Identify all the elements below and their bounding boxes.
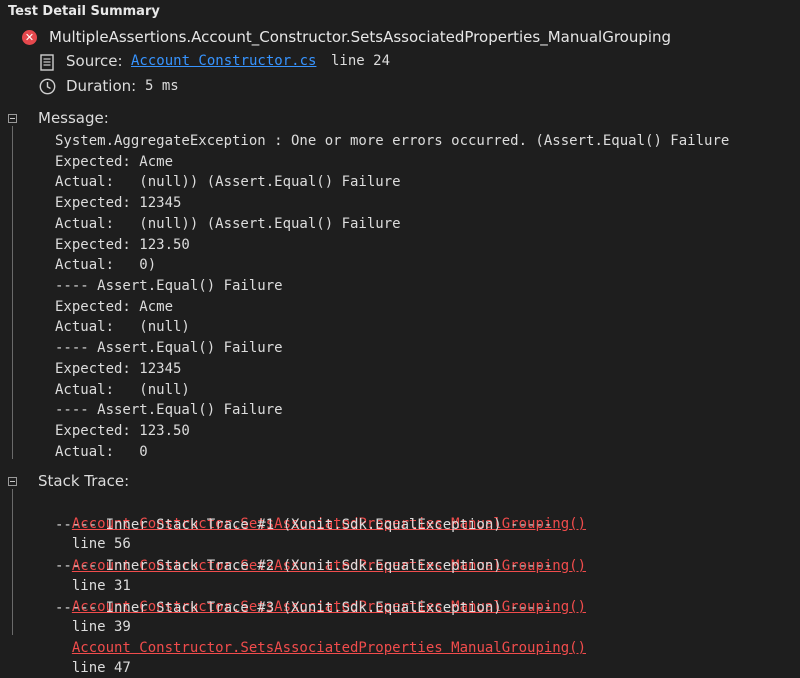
stack-frame-row: Account Constructor.SetsAssociatedProper… — [55, 536, 586, 594]
stack-frame-row: Account Constructor.SetsAssociatedProper… — [55, 618, 586, 676]
message-line: ---- Assert.Equal() Failure — [55, 278, 283, 294]
file-icon — [40, 54, 54, 71]
message-line: Expected: Acme — [55, 154, 174, 170]
message-line: Actual: (null)) (Assert.Equal() Failure — [55, 216, 401, 232]
source-label: Source: — [66, 52, 123, 70]
stack-guide-line — [12, 489, 13, 635]
stack-trace-label: Stack Trace: — [38, 472, 130, 490]
message-line: Expected: 12345 — [55, 361, 182, 377]
source-line: line 24 — [331, 53, 391, 69]
message-line: Actual: (null)) (Assert.Equal() Failure — [55, 174, 401, 190]
message-line: Expected: Acme — [55, 299, 174, 315]
test-name: MultipleAssertions.Account_Constructor.S… — [49, 28, 672, 46]
inner-stack-header: ----- Inner Stack Trace #3 (Xunit.Sdk.Eq… — [55, 600, 553, 616]
stack-collapse-icon[interactable] — [8, 477, 17, 486]
message-line: System.AggregateException : One or more … — [55, 133, 730, 149]
message-line: Expected: 123.50 — [55, 423, 190, 439]
stack-frame-row: Account Constructor.SetsAssociatedProper… — [55, 494, 586, 552]
message-line: Actual: 0 — [55, 444, 148, 460]
stack-frame-link[interactable]: Account Constructor.SetsAssociatedProper… — [72, 640, 586, 656]
message-line: Expected: 12345 — [55, 195, 182, 211]
clock-icon — [39, 78, 56, 95]
message-line: Actual: (null) — [55, 319, 190, 335]
message-collapse-icon[interactable] — [8, 114, 17, 123]
message-line: Expected: 123.50 — [55, 237, 190, 253]
duration-value: 5 ms — [145, 78, 179, 94]
message-line: ---- Assert.Equal() Failure — [55, 340, 283, 356]
stack-frame-line: line 47 — [71, 660, 131, 676]
message-line: ---- Assert.Equal() Failure — [55, 402, 283, 418]
stack-frame-row: Account Constructor.SetsAssociatedProper… — [55, 577, 586, 635]
message-line: Actual: 0) — [55, 257, 157, 273]
panel-title: Test Detail Summary — [8, 4, 160, 19]
inner-stack-header: ----- Inner Stack Trace #2 (Xunit.Sdk.Eq… — [55, 558, 553, 574]
fail-icon: ✕ — [22, 30, 37, 45]
message-line: Actual: (null) — [55, 382, 190, 398]
message-label: Message: — [38, 109, 109, 127]
source-link[interactable]: Account Constructor.cs — [131, 53, 316, 69]
inner-stack-header: ----- Inner Stack Trace #1 (Xunit.Sdk.Eq… — [55, 517, 553, 533]
message-guide-line — [12, 126, 13, 459]
duration-label: Duration: — [66, 77, 137, 95]
